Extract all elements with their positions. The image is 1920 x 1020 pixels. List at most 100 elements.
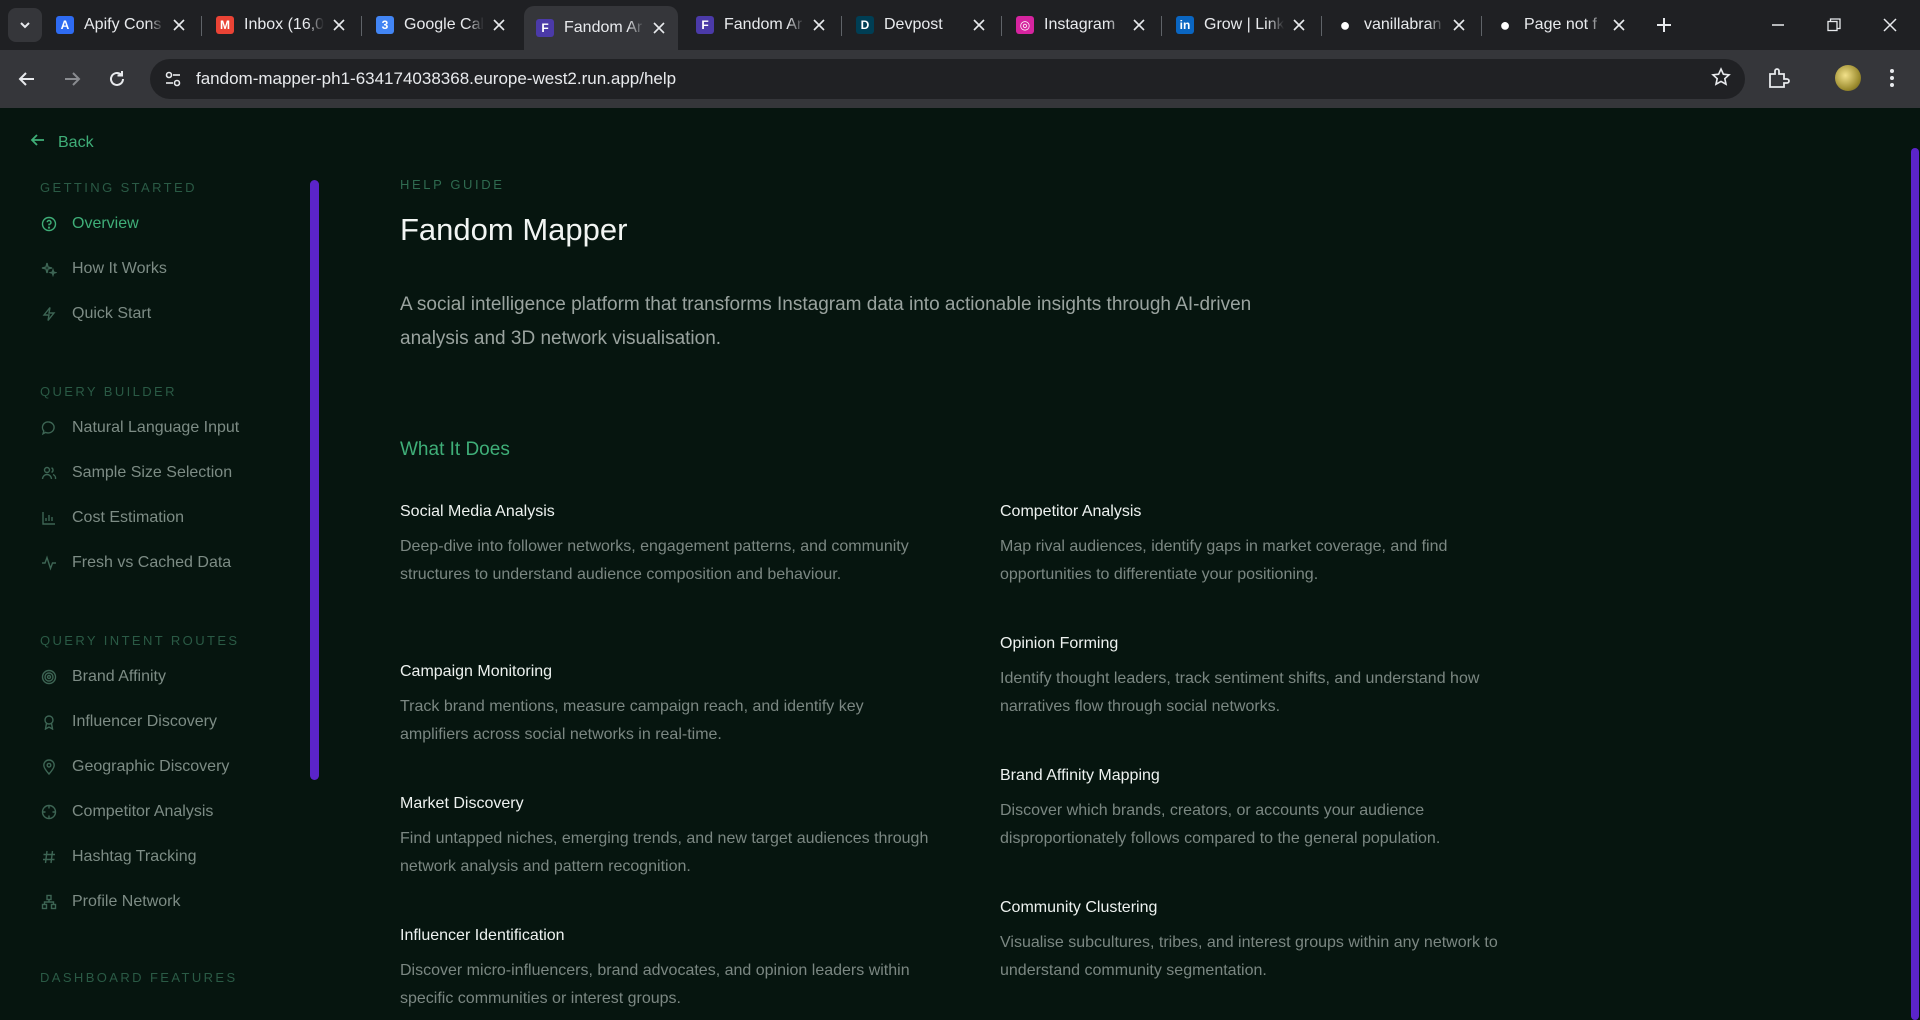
tab-close-icon[interactable] [1610, 16, 1628, 34]
arrow-right-icon [65, 72, 81, 86]
browser-tab[interactable]: ◎ Instagram [1004, 6, 1158, 44]
map-pin-icon [40, 758, 58, 776]
tune-icon [165, 71, 181, 87]
browser-menu-button[interactable] [1880, 64, 1904, 92]
section-title: What It Does [400, 439, 510, 460]
new-tab-button[interactable] [1650, 11, 1678, 39]
devpost-icon: D [856, 16, 874, 34]
tab-close-icon[interactable] [170, 16, 188, 34]
page-lead: A social intelligence platform that tran… [400, 294, 1252, 349]
bar-chart-icon [40, 509, 58, 527]
tab-close-icon[interactable] [970, 16, 988, 34]
address-bar[interactable]: fandom-mapper-ph1-634174038368.europe-we… [150, 59, 1745, 99]
sidebar-item-quick-start[interactable]: Quick Start [40, 305, 151, 323]
sidebar-item-hashtag-tracking[interactable]: Hashtag Tracking [40, 848, 197, 866]
sidebar-section-heading: QUERY INTENT ROUTES [40, 633, 240, 648]
url-text[interactable]: fandom-mapper-ph1-634174038368.europe-we… [196, 69, 676, 89]
feature-title: Campaign Monitoring [400, 663, 553, 680]
fandom-mapper-icon: F [536, 19, 554, 37]
browser-tab[interactable]: F Fandom Ar [684, 6, 838, 44]
sidebar-item-natural-language-input[interactable]: Natural Language Input [40, 419, 239, 437]
crosshair-icon [40, 803, 58, 821]
sidebar-item-brand-affinity[interactable]: Brand Affinity [40, 668, 166, 686]
feature-title: Competitor Analysis [1000, 503, 1142, 520]
back-link[interactable]: Back [30, 132, 94, 153]
fandom-mapper-icon: F [696, 16, 714, 34]
browser-tab[interactable]: in Grow | Link [1164, 6, 1318, 44]
feature-title: Brand Affinity Mapping [1000, 767, 1160, 784]
tab-strip: A Apify Cons M Inbox (16,0 3 Google Cal F Fando… [0, 0, 1920, 50]
page-title: Fandom Mapper [400, 212, 628, 247]
browser-tab[interactable]: M Inbox (16,0 [204, 6, 358, 44]
feature-card: Influencer Identification Discover micro… [400, 927, 930, 1013]
browser-tab[interactable]: F Fandom Ar [524, 6, 678, 50]
target-icon [40, 668, 58, 686]
github-icon: ● [1339, 14, 1351, 35]
page-scrollbar-thumb[interactable] [1911, 148, 1919, 1020]
plus-icon [1657, 18, 1671, 32]
gmail-icon: M [216, 16, 234, 34]
browser-tab[interactable]: 3 Google Cal [364, 6, 518, 44]
sidebar-scrollbar[interactable] [310, 180, 319, 780]
tab-close-icon[interactable] [1290, 16, 1308, 34]
tab-title: Devpost [884, 16, 943, 33]
feature-card: Community Clustering Visualise subcultur… [1000, 899, 1530, 985]
lightning-icon [40, 305, 58, 323]
tab-close-icon[interactable] [1450, 16, 1468, 34]
feature-card: Opinion Forming Identify thought leaders… [1000, 635, 1530, 721]
feature-title: Social Media Analysis [400, 503, 555, 520]
site-info-button[interactable] [158, 64, 188, 94]
profile-avatar[interactable] [1835, 65, 1861, 91]
browser-tab[interactable]: D Devpost [844, 6, 998, 44]
feature-description: Map rival audiences, identify gaps in ma… [1000, 538, 1448, 583]
tab-separator [361, 16, 362, 36]
feature-description: Discover micro-influencers, brand advoca… [400, 962, 910, 1007]
sidebar-item-influencer-discovery[interactable]: Influencer Discovery [40, 713, 217, 731]
feature-title: Community Clustering [1000, 899, 1158, 916]
sidebar-item-profile-network[interactable]: Profile Network [40, 893, 180, 911]
restore-icon [1827, 18, 1841, 32]
tab-close-icon[interactable] [650, 19, 668, 37]
tab-separator [1161, 16, 1162, 36]
back-link-label: Back [58, 133, 94, 151]
feature-description: Visualise subcultures, tribes, and inter… [1000, 934, 1498, 979]
tab-close-icon[interactable] [810, 16, 828, 34]
sidebar-item-cost-estimation[interactable]: Cost Estimation [40, 509, 184, 527]
tab-title: Fandom Ar [724, 16, 803, 33]
browser-tab[interactable]: ● vanillabran [1324, 6, 1478, 44]
feature-card: Social Media Analysis Deep-dive into fol… [400, 503, 930, 589]
sidebar-item-overview[interactable]: Overview [40, 215, 139, 233]
tab-title: Google Cal [404, 16, 484, 33]
sidebar-section-heading: DASHBOARD FEATURES [40, 970, 238, 985]
bookmark-star-icon[interactable] [1711, 67, 1731, 93]
page-eyebrow: HELP GUIDE [400, 177, 505, 192]
tab-close-icon[interactable] [330, 16, 348, 34]
tab-separator [1481, 16, 1482, 36]
sidebar-item-competitor-analysis[interactable]: Competitor Analysis [40, 803, 213, 821]
sidebar-section-heading: QUERY BUILDER [40, 384, 177, 399]
browser-tab[interactable]: ● Page not f [1484, 6, 1638, 44]
sidebar-item-geographic-discovery[interactable]: Geographic Discovery [40, 758, 229, 776]
page-scrollbar[interactable] [1910, 108, 1920, 1020]
feature-card: Market Discovery Find untapped niches, e… [400, 795, 930, 881]
tab-close-icon[interactable] [1130, 16, 1148, 34]
restore-button[interactable] [1806, 0, 1862, 50]
back-nav-button[interactable] [9, 61, 45, 97]
tab-search-button[interactable] [8, 8, 42, 42]
more-vertical-icon [1890, 69, 1894, 87]
minimize-button[interactable] [1750, 0, 1806, 50]
close-window-button[interactable] [1862, 0, 1918, 50]
sidebar-item-sample-size-selection[interactable]: Sample Size Selection [40, 464, 232, 482]
reload-button[interactable] [99, 61, 135, 97]
feature-title: Influencer Identification [400, 927, 565, 944]
sidebar-item-fresh-vs-cached-data[interactable]: Fresh vs Cached Data [40, 554, 231, 572]
forward-nav-button[interactable] [54, 61, 90, 97]
extensions-puzzle-icon[interactable] [1766, 66, 1792, 92]
tab-close-icon[interactable] [490, 16, 508, 34]
tab-title: Grow | Link [1204, 16, 1284, 33]
browser-tab[interactable]: A Apify Cons [44, 6, 198, 44]
help-content: HELP GUIDE Fandom Mapper A social intell… [400, 108, 1900, 1020]
sidebar-item-how-it-works[interactable]: How It Works [40, 260, 167, 278]
browser-toolbar: fandom-mapper-ph1-634174038368.europe-we… [0, 50, 1920, 108]
chevron-down-icon [20, 22, 30, 29]
